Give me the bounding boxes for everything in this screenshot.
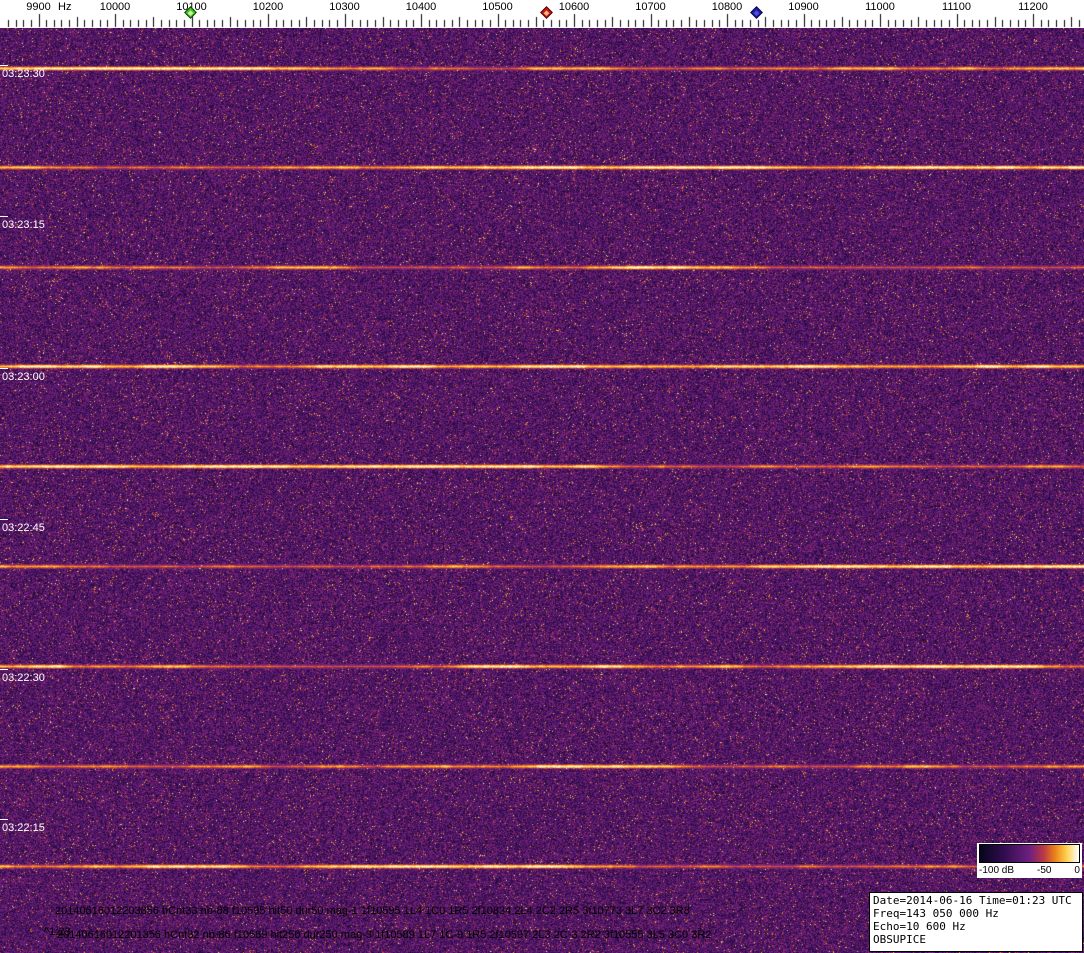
freq-tick-label: 11000	[865, 1, 895, 13]
freq-marker-core	[754, 10, 760, 16]
db-mid-label: -50	[1037, 865, 1051, 876]
freq-tick-label: 10400	[406, 1, 437, 13]
station-info-box: Date=2014-06-16 Time=01:23 UTC Freq=143 …	[869, 892, 1083, 952]
spectrogram-window: Hz 9900100001010010200103001040010500106…	[0, 0, 1084, 953]
freq-tick-label: 10000	[100, 1, 131, 13]
freq-tick-label: 11200	[1018, 1, 1048, 13]
db-gradient-bar	[979, 844, 1080, 863]
db-scale-legend: -100 dB -50 0	[977, 843, 1082, 878]
info-date-line: Date=2014-06-16 Time=01:23 UTC	[873, 894, 1079, 907]
freq-tick-label: 10500	[482, 1, 513, 13]
freq-tick-label: 11100	[942, 1, 971, 13]
frequency-unit-label: Hz	[58, 1, 71, 13]
frequency-ruler: Hz 9900100001010010200103001040010500106…	[0, 0, 1084, 28]
freq-tick-label: 9900	[26, 1, 50, 13]
info-station-line: OBSUPICE	[873, 933, 1079, 946]
freq-tick-label: 10600	[559, 1, 590, 13]
freq-marker-core	[543, 10, 549, 16]
freq-tick-label: 10300	[329, 1, 360, 13]
info-echo-line: Echo=10 600 Hz	[873, 920, 1079, 933]
freq-tick-label: 10900	[788, 1, 819, 13]
detection-log-line-1: 20140616012203856 hCnt33 nb-88 f10595 hi…	[55, 905, 690, 917]
db-min-label: -100 dB	[979, 865, 1014, 876]
db-scale-labels: -100 dB -50 0	[979, 863, 1080, 876]
freq-marker-core	[188, 10, 194, 16]
waterfall-display[interactable]	[0, 28, 1084, 953]
detection-log-line-2: 20140616012201356 hCnt32 nb-86 f10589 hi…	[57, 929, 711, 941]
info-freq-line: Freq=143 050 000 Hz	[873, 907, 1079, 920]
db-max-label: 0	[1074, 865, 1080, 876]
freq-tick-label: 10800	[712, 1, 743, 13]
freq-tick-label: 10200	[253, 1, 284, 13]
freq-tick-label: 10700	[635, 1, 666, 13]
